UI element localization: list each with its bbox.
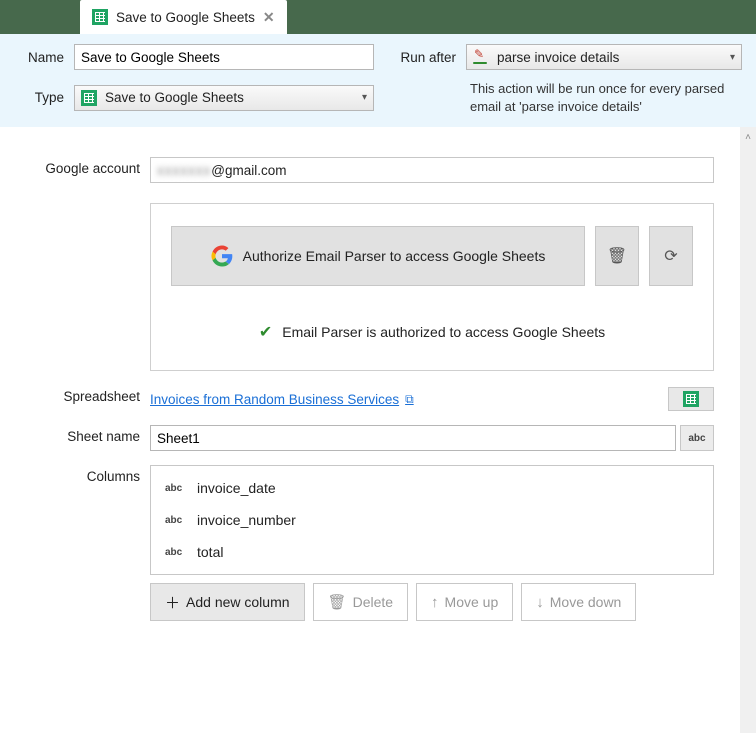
sheetname-label: Sheet name [0, 425, 140, 444]
auth-status-text: Email Parser is authorized to access Goo… [282, 324, 605, 340]
delete-auth-button[interactable]: 🗑 [595, 226, 639, 286]
field-type-icon: abc [165, 547, 187, 558]
vertical-scrollbar[interactable]: ˄ [740, 127, 756, 733]
columns-label: Columns [0, 465, 140, 484]
active-tab[interactable]: Save to Google Sheets ✕ [80, 0, 287, 34]
google-account-label: Google account [0, 157, 140, 176]
auth-panel: Authorize Email Parser to access Google … [150, 203, 714, 371]
movedown-column-label: Move down [550, 594, 622, 610]
auth-status: ✔ Email Parser is authorized to access G… [171, 322, 693, 342]
scroll-up-icon[interactable]: ˄ [740, 127, 756, 147]
google-sheets-icon [92, 9, 108, 25]
close-icon[interactable]: ✕ [263, 9, 275, 26]
type-select[interactable]: Save to Google Sheets ▾ [74, 85, 374, 111]
spreadsheet-label: Spreadsheet [0, 385, 140, 404]
external-link-icon: ⧉ [405, 392, 414, 407]
authorize-button[interactable]: Authorize Email Parser to access Google … [171, 226, 585, 286]
sheetname-field-picker[interactable]: abc [680, 425, 714, 451]
titlebar: Save to Google Sheets ✕ [0, 0, 756, 34]
field-type-icon: abc [165, 483, 187, 494]
runafter-help: This action will be run once for every p… [466, 80, 742, 115]
moveup-column-button[interactable]: ↑ Move up [416, 583, 513, 621]
name-label: Name [14, 50, 64, 65]
google-sheets-icon [81, 90, 97, 106]
trash-icon: 🗑 [607, 246, 627, 266]
column-name: invoice_date [197, 480, 276, 496]
google-sheets-icon [683, 391, 699, 407]
list-item[interactable]: abc total [151, 536, 713, 568]
refresh-auth-button[interactable]: ⟳ [649, 226, 693, 286]
tab-title: Save to Google Sheets [116, 10, 255, 25]
type-value: Save to Google Sheets [105, 90, 244, 105]
list-item[interactable]: abc invoice_number [151, 504, 713, 536]
spreadsheet-link-text: Invoices from Random Business Services [150, 392, 399, 407]
delete-column-label: Delete [353, 594, 393, 610]
arrow-down-icon: ↓ [536, 594, 544, 611]
account-username-redacted: xxxxxxx [157, 163, 211, 178]
google-account-input[interactable]: xxxxxxx @gmail.com [150, 157, 714, 183]
arrow-up-icon: ↑ [431, 594, 439, 611]
moveup-column-label: Move up [445, 594, 499, 610]
select-spreadsheet-button[interactable] [668, 387, 714, 411]
delete-column-button[interactable]: 🗑 Delete [313, 583, 409, 621]
check-icon: ✔ [259, 322, 272, 342]
google-logo-icon [211, 245, 233, 267]
authorize-button-label: Authorize Email Parser to access Google … [243, 248, 546, 264]
chevron-down-icon: ▾ [362, 92, 367, 103]
movedown-column-button[interactable]: ↓ Move down [521, 583, 636, 621]
sheetname-input[interactable] [150, 425, 676, 451]
runafter-select[interactable]: parse invoice details ▾ [466, 44, 742, 70]
add-column-label: Add new column [186, 594, 290, 610]
list-item[interactable]: abc invoice_date [151, 472, 713, 504]
type-label: Type [14, 90, 64, 105]
columns-list[interactable]: abc invoice_date abc invoice_number abc … [150, 465, 714, 575]
refresh-icon: ⟳ [664, 246, 677, 266]
column-name: invoice_number [197, 512, 296, 528]
runafter-value: parse invoice details [497, 50, 619, 65]
name-input[interactable] [74, 44, 374, 70]
field-type-icon: abc [165, 515, 187, 526]
plus-icon: ＋ [165, 592, 180, 613]
column-name: total [197, 544, 223, 560]
runafter-label: Run after [384, 50, 456, 65]
chevron-down-icon: ▾ [730, 52, 735, 63]
header-panel: Name Run after parse invoice details ▾ T… [0, 34, 756, 127]
account-suffix: @gmail.com [211, 163, 286, 178]
add-column-button[interactable]: ＋ Add new column [150, 583, 305, 621]
trash-icon: 🗑 [328, 593, 347, 611]
parse-icon [473, 49, 489, 65]
spreadsheet-link[interactable]: Invoices from Random Business Services ⧉ [150, 392, 414, 407]
